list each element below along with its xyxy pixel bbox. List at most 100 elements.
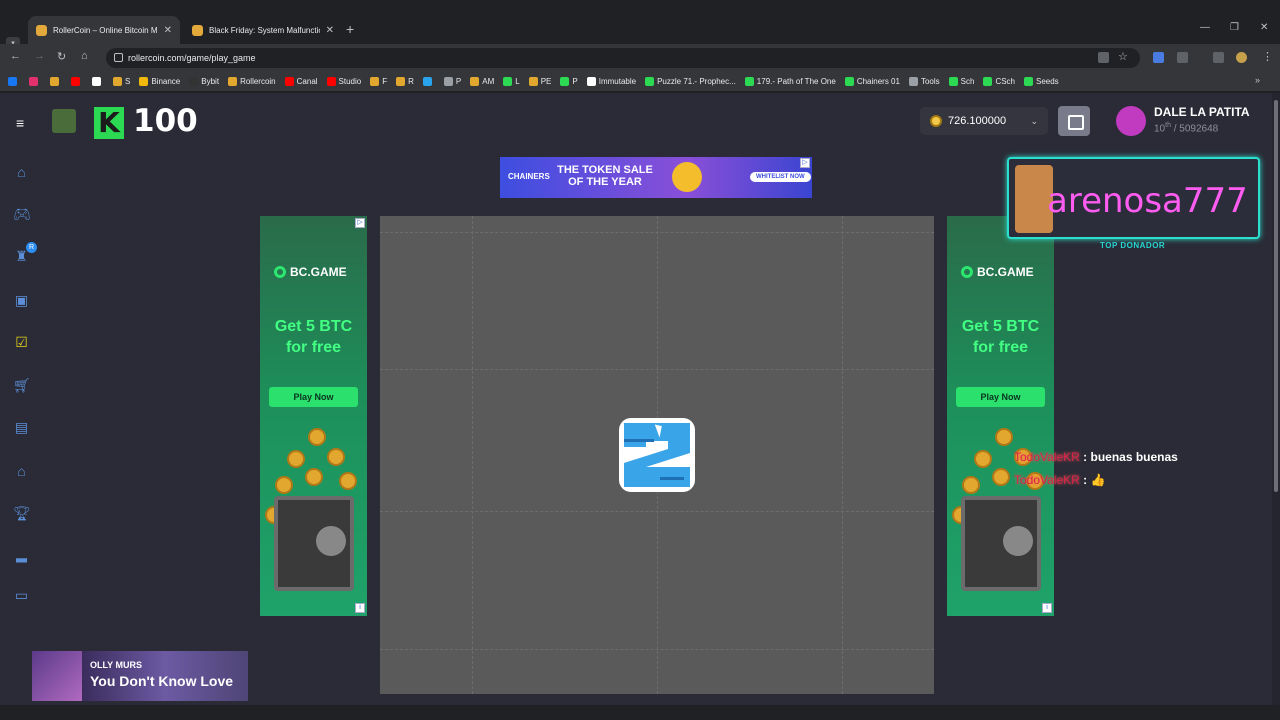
restore-icon[interactable]: ❐: [1230, 22, 1239, 33]
bookmark-item[interactable]: [50, 77, 62, 86]
media-control-icon[interactable]: [1213, 52, 1224, 63]
ad-info-icon[interactable]: i: [1042, 603, 1052, 613]
install-app-icon[interactable]: [1098, 52, 1109, 63]
extensions-puzzle-icon[interactable]: [1177, 52, 1188, 63]
home-icon[interactable]: ⌂: [81, 50, 88, 62]
minimize-icon[interactable]: —: [1200, 22, 1210, 33]
bookmark-item[interactable]: Puzzle 71.- Prophec...: [645, 77, 736, 86]
bookmark-item[interactable]: Tools: [908, 77, 940, 86]
bookmark-item[interactable]: F: [370, 77, 387, 86]
adchoices-icon[interactable]: ▷: [355, 218, 365, 228]
close-tab-icon[interactable]: ✕: [326, 25, 334, 36]
close-tab-icon[interactable]: ✕: [164, 25, 172, 36]
left-side-ad[interactable]: ▷ BC.GAME Get 5 BTC for free Play Now i: [260, 216, 367, 616]
bookmark-item[interactable]: Chainers 01: [844, 77, 900, 86]
marketplace-nav-icon[interactable]: 🛒︎: [13, 378, 31, 393]
address-bar[interactable]: rollercoin.com/game/play_game: [106, 48, 1140, 68]
balance-dropdown[interactable]: 726.100000 ⌄: [920, 107, 1048, 135]
bookmark-item[interactable]: S: [113, 77, 130, 86]
top-banner-ad[interactable]: CHAINERS THE TOKEN SALE OF THE YEAR WHIT…: [500, 157, 812, 198]
bookmark-item[interactable]: [8, 77, 20, 86]
bookmark-icon: [284, 77, 294, 86]
ad-cta[interactable]: WHITELIST NOW: [750, 172, 811, 182]
news-nav-icon[interactable]: ▭: [13, 588, 30, 603]
bookmark-label: Immutable: [598, 77, 637, 86]
bookmark-item[interactable]: R: [396, 77, 414, 86]
bookmark-item[interactable]: PE: [528, 77, 551, 86]
shop-nav-icon[interactable]: ▤: [13, 420, 30, 435]
menu-icon[interactable]: ≡: [16, 115, 24, 131]
ad-logo: BC.GAME: [961, 265, 1034, 279]
bookmark-label: P: [572, 77, 578, 86]
bookmark-item[interactable]: [29, 77, 41, 86]
bookmark-item[interactable]: Binance: [139, 77, 180, 86]
play-now-button[interactable]: Play Now: [956, 387, 1045, 407]
tab-black-friday[interactable]: Black Friday: System Malfunctio ✕: [184, 16, 342, 44]
grid-line: [380, 369, 934, 370]
bookmark-item[interactable]: Bybit: [189, 77, 219, 86]
scrollbar-thumb[interactable]: [1274, 100, 1278, 492]
tab-rollercoin[interactable]: RollerCoin – Online Bitcoin Min ✕: [28, 16, 180, 44]
city-nav-icon[interactable]: ⌂: [13, 464, 30, 479]
ad-promo: Get 5 BTC for free: [961, 318, 1040, 356]
browser-menu-icon[interactable]: ⋮: [1262, 50, 1273, 63]
tab-strip: ▾ RollerCoin – Online Bitcoin Min ✕ Blac…: [0, 16, 1280, 51]
bookmark-icon: [586, 77, 596, 86]
profile-icon[interactable]: [1236, 52, 1247, 63]
bookmark-item[interactable]: L: [503, 77, 520, 86]
adchoices-icon[interactable]: ▷: [800, 158, 810, 168]
home-nav-icon[interactable]: ⌂: [13, 165, 30, 180]
tab-title: RollerCoin – Online Bitcoin Min: [53, 25, 158, 35]
play-now-button[interactable]: Play Now: [269, 387, 358, 407]
tasks-nav-icon[interactable]: ☑: [13, 335, 30, 350]
site-header: ≡ K 100 726.100000 ⌄ DALE LA PATITA 10th…: [0, 93, 1272, 145]
bookmark-item[interactable]: [92, 77, 104, 86]
bookmark-label: Rollercoin: [240, 77, 276, 86]
bookmark-item[interactable]: Seeds: [1024, 77, 1059, 86]
ad-info-icon[interactable]: i: [355, 603, 365, 613]
bookmark-item[interactable]: Sch: [948, 77, 974, 86]
trophy-nav-icon[interactable]: 🏆︎: [13, 506, 31, 521]
bookmark-icon: [228, 77, 238, 86]
bookmark-star-icon[interactable]: ☆: [1118, 50, 1128, 63]
bookmark-label: AM: [482, 77, 495, 86]
bookmark-icon: [948, 77, 958, 86]
bookmark-item[interactable]: [71, 77, 83, 86]
user-avatar[interactable]: [1116, 106, 1146, 136]
site-info-icon[interactable]: [114, 53, 123, 62]
bookmark-item[interactable]: [422, 77, 435, 86]
right-side-ad[interactable]: BC.GAME Get 5 BTC for free Play Now i: [947, 216, 1054, 616]
reload-icon[interactable]: ↻: [57, 50, 66, 63]
grid-line: [380, 649, 934, 650]
bookmarks-overflow-icon[interactable]: »: [1255, 75, 1260, 85]
bookmark-item[interactable]: CSch: [983, 77, 1015, 86]
bookmark-item[interactable]: P: [560, 77, 578, 86]
wallet-button[interactable]: [1058, 106, 1090, 136]
bookmark-item[interactable]: Rollercoin: [228, 77, 276, 86]
bookmark-item[interactable]: Studio: [326, 77, 361, 86]
miner-avatar-icon[interactable]: [52, 109, 76, 133]
close-window-icon[interactable]: ✕: [1260, 22, 1268, 33]
forward-icon[interactable]: →: [34, 50, 45, 62]
rollercoin-page: ≡ K 100 726.100000 ⌄ DALE LA PATITA 10th…: [0, 93, 1272, 705]
bookmark-item[interactable]: AM: [470, 77, 494, 86]
extension-icon[interactable]: [1153, 52, 1164, 63]
factory-nav-icon[interactable]: ▂: [13, 547, 30, 562]
back-icon[interactable]: ←: [10, 50, 21, 62]
level-value: 100: [133, 103, 198, 139]
storage-nav-icon[interactable]: ▣: [13, 293, 30, 308]
bookmark-icon: [844, 77, 854, 86]
games-nav-icon[interactable]: 🎮︎: [13, 207, 31, 222]
bookmark-label: R: [408, 77, 414, 86]
bookmark-item[interactable]: Canal: [284, 77, 318, 86]
bookmark-icon: [71, 77, 80, 86]
notification-badge: R: [26, 242, 37, 253]
bookmark-item[interactable]: 179.- Path of The One: [744, 77, 836, 86]
bookmark-item[interactable]: Immutable: [586, 77, 637, 86]
bookmark-icon: [503, 77, 513, 86]
rollercoin-favicon-icon: [192, 24, 203, 36]
browser-window: ▾ RollerCoin – Online Bitcoin Min ✕ Blac…: [0, 0, 1280, 720]
bookmark-item[interactable]: P: [443, 77, 461, 86]
grid-line: [380, 511, 934, 512]
new-tab-button[interactable]: +: [346, 21, 354, 37]
